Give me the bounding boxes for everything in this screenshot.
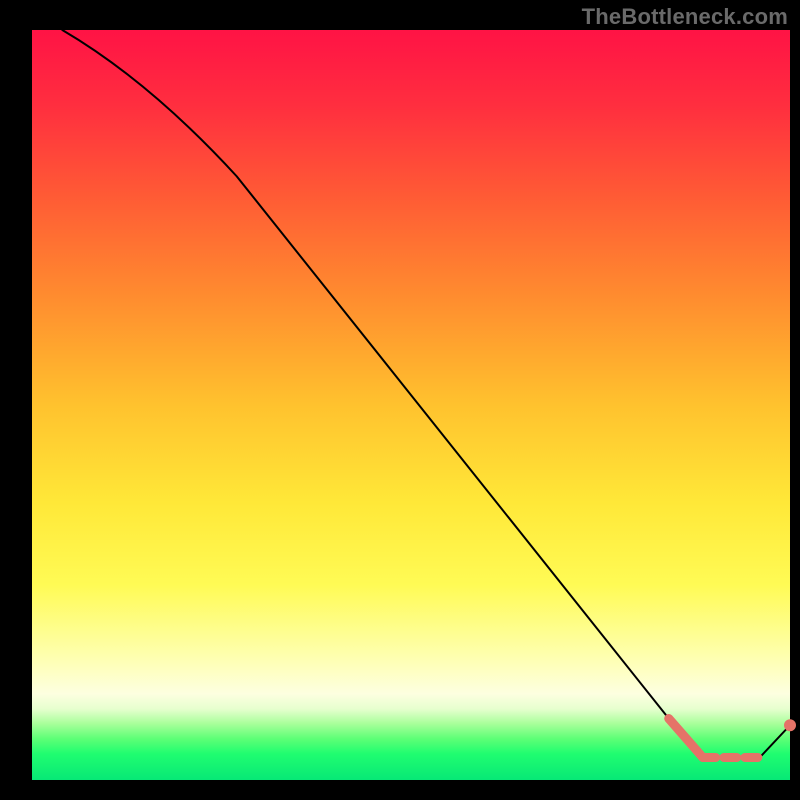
bottleneck-chart <box>0 0 800 800</box>
end-marker-dot <box>784 719 796 731</box>
chart-stage: TheBottleneck.com <box>0 0 800 800</box>
plot-background <box>32 30 790 780</box>
